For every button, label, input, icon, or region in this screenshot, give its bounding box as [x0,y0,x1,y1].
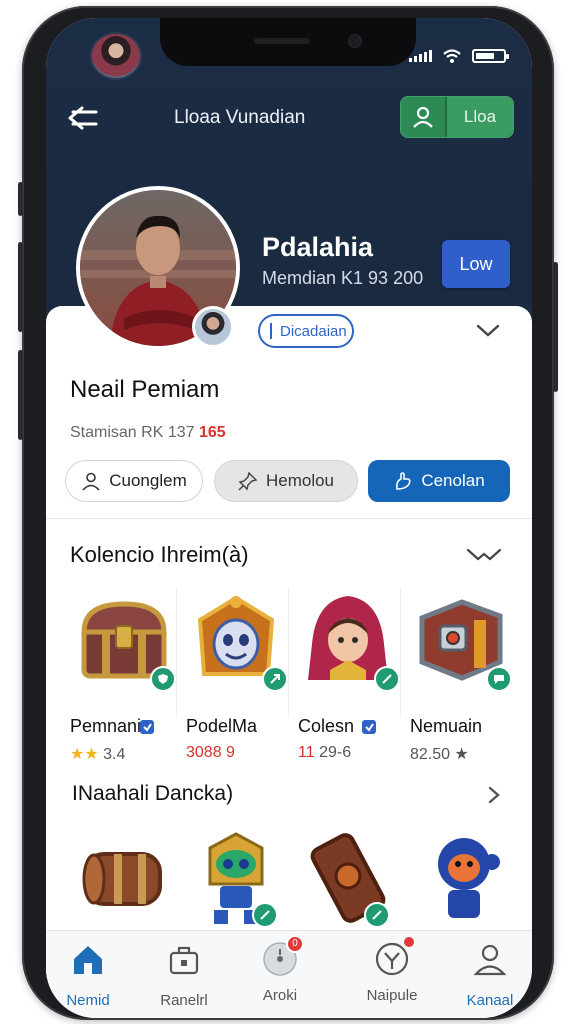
home-icon [74,946,102,974]
secondary-avatar[interactable] [192,306,234,348]
connect-button[interactable]: Cuonglem [65,460,203,502]
profile-chip[interactable]: Dicadaian [258,314,354,348]
target-icon: 0 [262,935,304,977]
chip-label: Dicadaian [280,322,347,340]
notification-dot [404,937,414,947]
silent-switch [18,182,23,216]
user-icon [401,97,447,137]
signal-icon [409,50,432,62]
top-app-bar: Lloaa Vunadian Lloa [46,94,532,144]
collection-title: Kolencio Ihreim(à) [70,542,249,567]
hero-action-button[interactable]: Low [442,240,510,288]
item-name: Pemnani [70,716,142,736]
item-card-chest[interactable] [70,582,182,722]
item-badge-arrow-icon [262,666,288,692]
profile-name: Neail Pemiam [70,376,220,403]
hand-icon [396,472,411,490]
tab-label: Ranelrl [160,992,208,1009]
chevron-down-icon[interactable] [474,320,502,340]
back-arrow-icon[interactable] [64,102,100,134]
tab-label: Nemid [66,992,110,1009]
item-tag-icon [140,720,154,734]
item-stat-value: 82.50 ★ [410,746,469,763]
hero-name: Pdalahia [262,232,374,262]
item-rating: ★★ 3.4 [70,744,125,764]
notification-badge: 0 [286,935,304,953]
item-name: Nemuain [410,716,483,736]
item-name: Colesn [298,716,355,736]
compass-icon [374,937,414,977]
item-stat: 11 29-6 [298,744,351,762]
profile-meta-accent: 165 [198,424,226,441]
chip-bar-icon [270,323,272,339]
tab-label: Aroki [262,987,298,1004]
tab-arena[interactable]: 0 Aroki [240,935,320,1011]
item-stat-prefix: 11 [298,744,315,761]
person-icon [82,472,100,491]
item-badge-chat-icon [486,666,512,692]
see-more-icon[interactable] [466,544,502,566]
bottom-tab-bar: Nemid Ranelrl 0 Aroki Naipule Kanaal [46,930,532,1018]
item-badge-arrow-icon [364,902,390,928]
account-action-button[interactable]: Lloa [400,96,514,138]
item-badge-shield-icon [150,666,176,692]
battery-icon [472,49,509,63]
tab-profile[interactable]: Kanaal [450,941,530,1011]
hero-subtitle: Memdian K1 93 200 [262,268,424,288]
primary-action-button[interactable]: Cenolan [368,460,510,502]
status-avatar[interactable] [90,32,142,80]
item-card-hooded[interactable] [294,582,406,722]
item-badge-link-icon [374,666,400,692]
power-button [553,262,558,392]
user-icon [473,944,507,976]
second-section-title: INaahali Dancka) [72,782,234,805]
tab-explore[interactable]: Naipule [352,937,432,1011]
rating-stars-icon: ★★ [70,746,99,763]
item-stat-value: 3088 9 [186,744,235,761]
item-stat-value: 29-6 [319,744,352,761]
item-card-mask[interactable] [182,582,294,722]
item-name: PodelMa [186,716,258,736]
follow-button[interactable]: Hemolou [214,460,358,502]
blue-monkey-icon[interactable] [414,828,514,928]
app-screen: Lloaa Vunadian Lloa Pdalahia Memdian K1 … [46,18,532,1018]
profile-meta: Stamisan RK 137 165 [70,424,226,442]
app-title: Lloaa Vunadian [174,107,306,128]
camera-notch [160,18,416,66]
profile-meta-text: Stamisan RK 137 [70,424,195,441]
briefcase-icon [169,946,199,975]
volume-up-button [18,242,23,332]
wooden-barrel-icon[interactable] [74,828,174,928]
item-rating-value: 3.4 [103,746,126,763]
tab-home[interactable]: Nemid [48,941,128,1011]
tab-ranking[interactable]: Ranelrl [144,941,224,1011]
tab-label: Naipule [366,987,418,1004]
pin-icon [238,471,258,491]
wifi-icon [443,49,461,63]
follow-button-label: Hemolou [265,471,335,490]
account-action-label: Lloa [447,97,513,137]
item-badge-arrow-icon [252,902,278,928]
item-tag-icon [362,720,376,734]
tab-label: Kanaal [466,992,514,1009]
volume-down-button [18,350,23,440]
section-divider [46,518,532,519]
chevron-right-icon[interactable] [486,784,502,806]
connect-button-label: Cuonglem [109,471,187,490]
item-card-crate[interactable] [406,582,518,722]
status-bar [409,48,509,64]
primary-action-label: Cenolan [421,471,485,490]
